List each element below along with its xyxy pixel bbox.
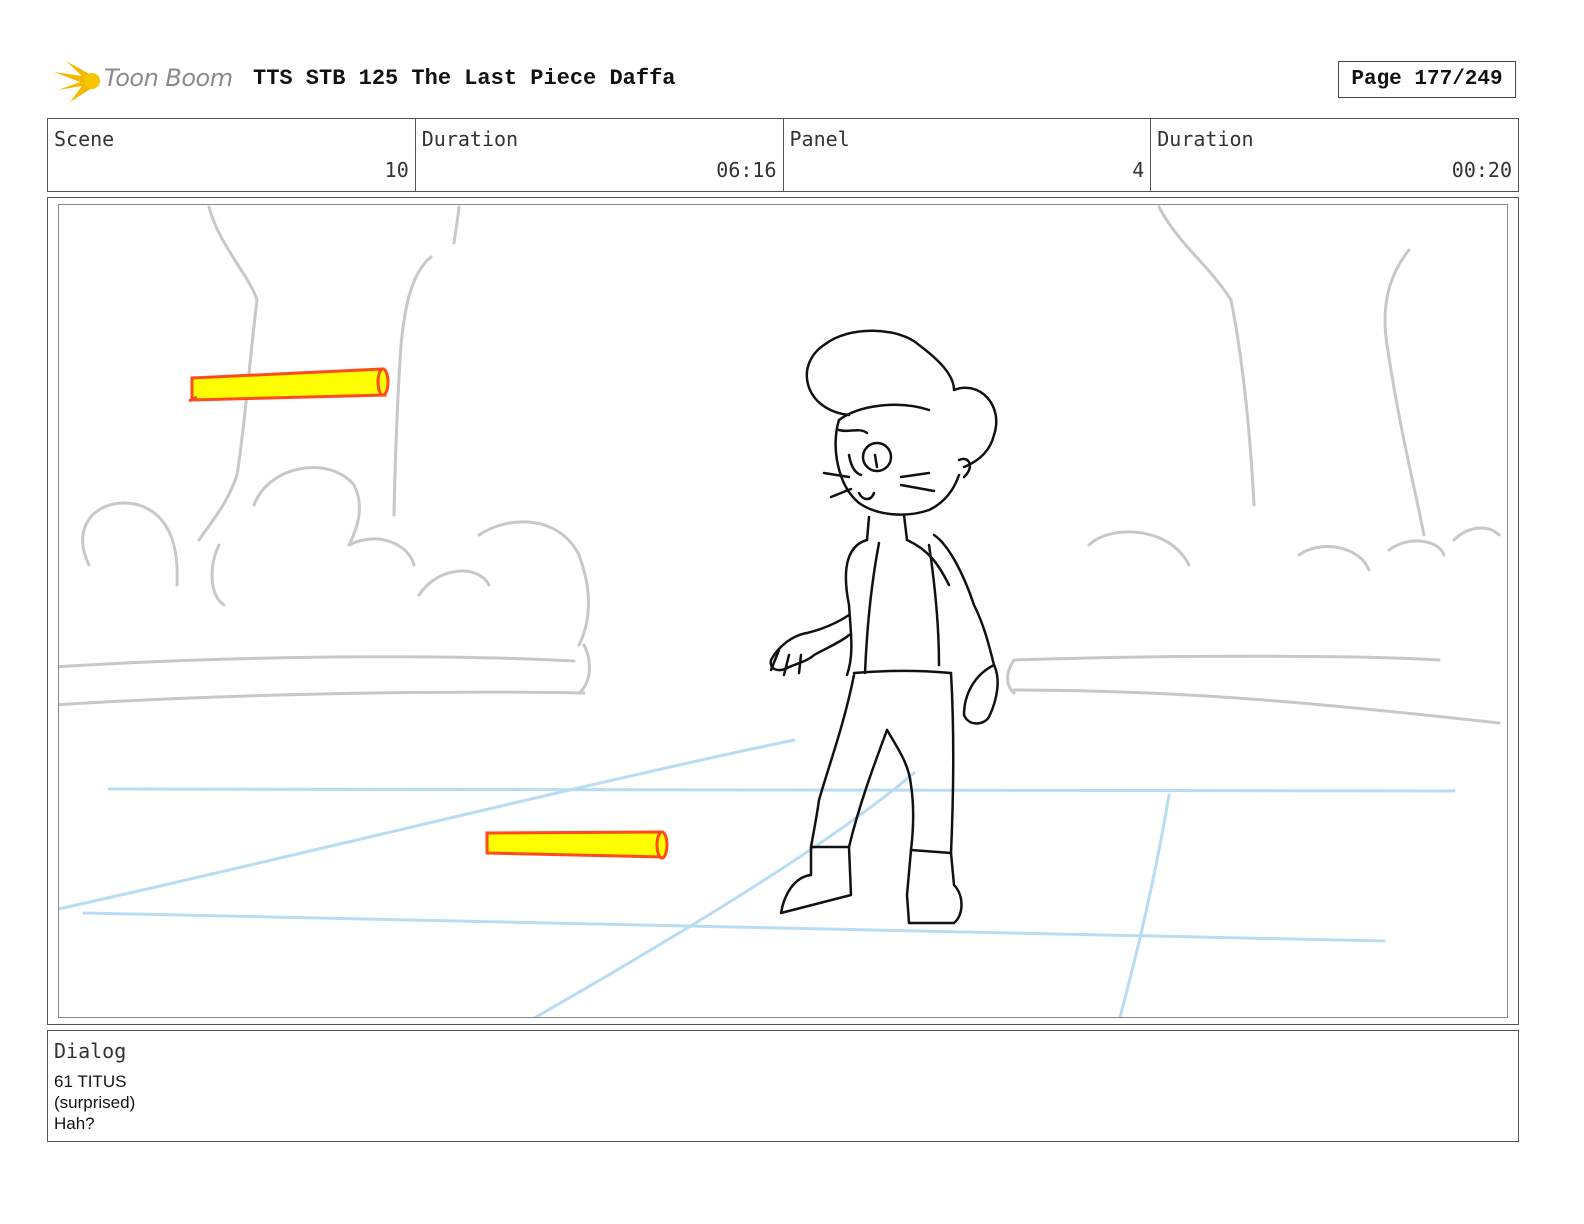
page-number: Page 177/249 (1338, 61, 1516, 98)
scene-info-table: Scene 10 Duration 06:16 Panel 4 Duration… (47, 118, 1519, 192)
yellow-prop-lower (485, 830, 669, 860)
storyboard-panel-image (58, 204, 1508, 1018)
dialog-text: 61 TITUS (surprised) Hah? (54, 1071, 135, 1134)
logo-text: Toon Boom (104, 64, 233, 92)
panel-label: Panel (789, 127, 850, 151)
scene-cell: Scene 10 (48, 119, 416, 191)
panel-duration-label: Duration (1157, 127, 1254, 151)
scene-value: 10 (384, 158, 409, 182)
background-sketch (59, 205, 1501, 725)
perspective-lines (59, 738, 1456, 1017)
document-title: TTS STB 125 The Last Piece Daffa (253, 66, 676, 91)
dialog-line-parenthetical: (surprised) (54, 1093, 136, 1112)
dialog-line-speech: Hah? (54, 1114, 95, 1133)
scene-duration-value: 06:16 (716, 158, 777, 182)
dialog-line-character: 61 TITUS (54, 1072, 127, 1091)
dialog-label: Dialog (54, 1039, 127, 1063)
sketch-drawing (59, 205, 1501, 1017)
scene-duration-label: Duration (421, 127, 519, 151)
panel-duration-cell: Duration 00:20 (1151, 119, 1518, 191)
character-sketch (769, 329, 999, 925)
yellow-prop-upper (188, 367, 390, 403)
panel-value: 4 (1132, 158, 1145, 182)
dialog-box: Dialog 61 TITUS (surprised) Hah? (47, 1030, 1519, 1142)
panel-duration-value: 00:20 (1451, 158, 1512, 182)
panel-cell: Panel 4 (784, 119, 1152, 191)
scene-label: Scene (54, 127, 115, 151)
scene-duration-cell: Duration 06:16 (416, 119, 784, 191)
